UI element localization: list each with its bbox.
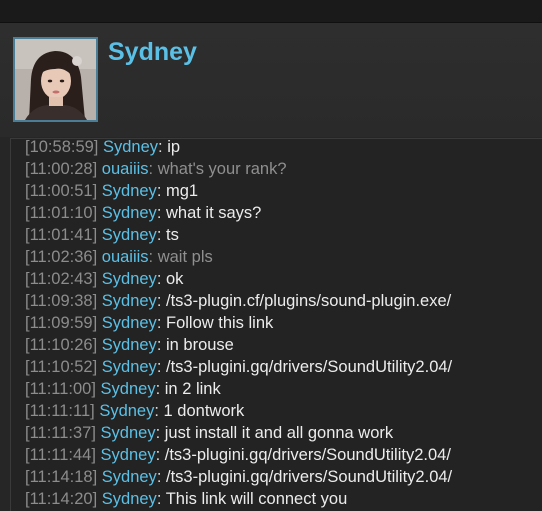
chat-message: [11:11:11] Sydney: 1 dontwork [25,400,244,422]
message-separator: : [156,314,166,332]
message-text: Follow this link [165,314,274,332]
avatar-image [15,39,96,120]
message-timestamp: [11:09:59] [25,314,98,332]
message-separator: : [156,226,166,244]
message-sender[interactable]: Sydney [102,336,157,354]
contact-name: Sydney [108,38,197,66]
message-text: 1 dontwork [163,402,245,420]
message-sender[interactable]: Sydney [102,182,157,200]
message-text: This link will connect you [165,490,348,508]
message-sender[interactable]: Sydney [101,446,156,464]
message-timestamp: [11:11:44] [25,446,96,464]
chat-message: [11:10:52] Sydney: /ts3-plugini.gq/drive… [25,356,452,378]
message-text: /ts3-plugin.cf/plugins/sound-plugin.exe/ [165,292,452,310]
message-text: mg1 [165,182,199,200]
message-separator: : [148,248,158,266]
message-text: ok [165,270,184,288]
message-text: what it says? [165,204,262,222]
message-timestamp: [11:00:28] [25,160,98,178]
message-text: ip [167,138,181,156]
message-timestamp: [11:09:38] [25,292,98,310]
message-timestamp: [11:11:11] [25,402,95,420]
chat-message: [11:14:20] Sydney: This link will connec… [25,488,347,510]
message-separator: : [156,490,166,508]
message-sender[interactable]: Sydney [103,139,158,156]
message-sender[interactable]: Sydney [101,380,156,398]
message-text: what's your rank? [157,160,287,178]
message-separator: : [156,292,166,310]
message-text: /ts3-plugini.gq/drivers/SoundUtility2.04… [164,446,451,464]
message-timestamp: [11:02:43] [25,270,98,288]
chat-message: [11:11:00] Sydney: in 2 link [25,378,221,400]
chat-message: [11:11:37] Sydney: just install it and a… [25,422,393,444]
message-separator: : [158,138,168,156]
message-separator: : [156,358,166,376]
message-sender[interactable]: Sydney [102,358,157,376]
message-timestamp: [10:58:59] [25,138,99,156]
message-timestamp: [11:11:00] [25,380,96,398]
message-sender[interactable]: Sydney [102,490,157,508]
message-text: in brouse [165,336,234,354]
message-text: just install it and all gonna work [164,424,394,442]
message-separator: : [154,402,164,420]
message-timestamp: [11:10:26] [25,336,98,354]
message-timestamp: [11:14:20] [25,490,98,508]
message-sender[interactable]: ouaiiis [102,248,149,266]
chat-message: [11:02:36] ouaiiis: wait pls [25,246,213,268]
message-text: wait pls [157,248,213,266]
message-text: /ts3-plugini.gq/drivers/SoundUtility2.04… [165,468,453,486]
message-separator: : [156,270,166,288]
chat-message: [11:00:28] ouaiiis: what's your rank? [25,158,287,180]
message-timestamp: [11:10:52] [25,358,98,376]
message-text: /ts3-plugini.gq/drivers/SoundUtility2.04… [165,358,453,376]
message-timestamp: [11:11:37] [25,424,96,442]
chat-message: [11:11:44] Sydney: /ts3-plugini.gq/drive… [25,444,451,466]
message-separator: : [148,160,158,178]
message-sender[interactable]: Sydney [102,270,157,288]
top-bar [0,0,542,23]
message-sender[interactable]: Sydney [102,314,157,332]
message-timestamp: [11:01:10] [25,204,98,222]
chat-message: [11:01:10] Sydney: what it says? [25,202,261,224]
avatar[interactable] [13,37,98,122]
chat-message: [11:00:51] Sydney: mg1 [25,180,198,202]
message-sender[interactable]: Sydney [99,402,154,420]
message-timestamp: [11:00:51] [25,182,98,200]
chat-message: [11:09:59] Sydney: Follow this link [25,312,273,334]
message-text: ts [165,226,179,244]
message-sender[interactable]: ouaiiis [102,160,149,178]
chat-message: [11:01:41] Sydney: ts [25,224,179,246]
message-timestamp: [11:02:36] [25,248,98,266]
chat-message: [11:09:38] Sydney: /ts3-plugin.cf/plugin… [25,290,451,312]
message-text: in 2 link [164,380,221,398]
message-sender[interactable]: Sydney [101,424,156,442]
message-separator: : [156,336,166,354]
message-sender[interactable]: Sydney [102,226,157,244]
message-timestamp: [11:14:18] [25,468,98,486]
message-separator: : [156,182,166,200]
message-separator: : [156,468,166,486]
contact-header: Sydney [0,23,542,137]
chat-message: [11:02:43] Sydney: ok [25,268,183,290]
message-timestamp: [11:01:41] [25,226,98,244]
chat-message: [11:14:18] Sydney: /ts3-plugini.gq/drive… [25,466,452,488]
message-log[interactable]: [10:58:59] Sydney: ip [11:00:28] ouaiiis:… [10,138,542,511]
message-sender[interactable]: Sydney [102,204,157,222]
chat-window: Sydney [10:58:59] Sydney: ip [11:00:28] o… [0,0,542,511]
message-separator: : [155,380,165,398]
message-sender[interactable]: Sydney [102,292,157,310]
message-separator: : [155,446,165,464]
chat-message: [10:58:59] Sydney: ip [25,138,181,158]
message-separator: : [156,204,166,222]
message-separator: : [155,424,165,442]
chat-message: [11:10:26] Sydney: in brouse [25,334,234,356]
message-sender[interactable]: Sydney [102,468,157,486]
